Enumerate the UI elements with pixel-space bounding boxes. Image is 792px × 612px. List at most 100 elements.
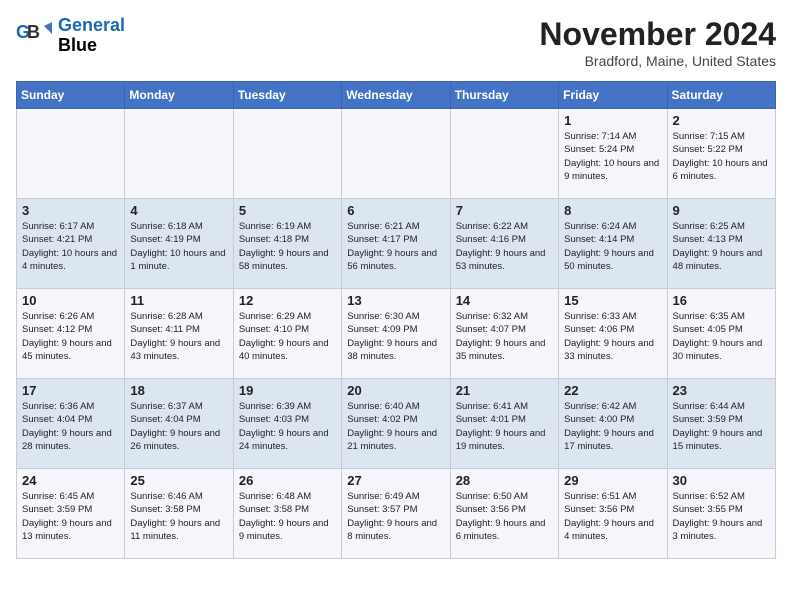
day-info: Sunrise: 6:35 AM Sunset: 4:05 PM Dayligh… bbox=[673, 310, 770, 363]
week-row-2: 3Sunrise: 6:17 AM Sunset: 4:21 PM Daylig… bbox=[17, 199, 776, 289]
calendar-cell: 28 Sunrise: 6:50 AM Sunset: 3:56 PM Dayli… bbox=[450, 469, 558, 559]
day-number: 6 bbox=[347, 203, 444, 218]
calendar-cell: 11 Sunrise: 6:28 AM Sunset: 4:11 PM Dayli… bbox=[125, 289, 233, 379]
calendar-cell: 6 Sunrise: 6:21 AM Sunset: 4:17 PM Daylig… bbox=[342, 199, 450, 289]
calendar-cell: 15Sunrise: 6:33 AM Sunset: 4:06 PM Dayli… bbox=[559, 289, 667, 379]
calendar-cell: 29Sunrise: 6:51 AM Sunset: 3:56 PM Dayli… bbox=[559, 469, 667, 559]
day-number: 21 bbox=[456, 383, 553, 398]
day-number: 1 bbox=[564, 113, 661, 128]
calendar-cell: 30Sunrise: 6:52 AM Sunset: 3:55 PM Dayli… bbox=[667, 469, 775, 559]
week-row-3: 10Sunrise: 6:26 AM Sunset: 4:12 PM Dayli… bbox=[17, 289, 776, 379]
day-info: Sunrise: 6:48 AM Sunset: 3:58 PM Dayligh… bbox=[239, 490, 336, 543]
day-number: 8 bbox=[564, 203, 661, 218]
calendar-cell: 20Sunrise: 6:40 AM Sunset: 4:02 PM Dayli… bbox=[342, 379, 450, 469]
calendar-cell: 13 Sunrise: 6:30 AM Sunset: 4:09 PM Dayli… bbox=[342, 289, 450, 379]
day-info: Sunrise: 7:15 AM Sunset: 5:22 PM Dayligh… bbox=[673, 130, 770, 183]
day-info: Sunrise: 6:41 AM Sunset: 4:01 PM Dayligh… bbox=[456, 400, 553, 453]
day-info: Sunrise: 6:32 AM Sunset: 4:07 PM Dayligh… bbox=[456, 310, 553, 363]
calendar-cell: 1 Sunrise: 7:14 AM Sunset: 5:24 PM Daylig… bbox=[559, 109, 667, 199]
calendar-cell: 3Sunrise: 6:17 AM Sunset: 4:21 PM Daylig… bbox=[17, 199, 125, 289]
day-info: Sunrise: 6:40 AM Sunset: 4:02 PM Dayligh… bbox=[347, 400, 444, 453]
day-info: Sunrise: 6:26 AM Sunset: 4:12 PM Dayligh… bbox=[22, 310, 119, 363]
day-header-saturday: Saturday bbox=[667, 82, 775, 109]
day-info: Sunrise: 6:19 AM Sunset: 4:18 PM Dayligh… bbox=[239, 220, 336, 273]
calendar-cell: 14 Sunrise: 6:32 AM Sunset: 4:07 PM Dayli… bbox=[450, 289, 558, 379]
day-info: Sunrise: 6:36 AM Sunset: 4:04 PM Dayligh… bbox=[22, 400, 119, 453]
day-number: 9 bbox=[673, 203, 770, 218]
day-info: Sunrise: 6:44 AM Sunset: 3:59 PM Dayligh… bbox=[673, 400, 770, 453]
calendar-cell: 9 Sunrise: 6:25 AM Sunset: 4:13 PM Daylig… bbox=[667, 199, 775, 289]
month-title: November 2024 bbox=[539, 16, 776, 53]
day-number: 5 bbox=[239, 203, 336, 218]
calendar-cell: 22 Sunrise: 6:42 AM Sunset: 4:00 PM Dayli… bbox=[559, 379, 667, 469]
logo-line1: General bbox=[58, 15, 125, 35]
day-info: Sunrise: 6:25 AM Sunset: 4:13 PM Dayligh… bbox=[673, 220, 770, 273]
day-info: Sunrise: 6:18 AM Sunset: 4:19 PM Dayligh… bbox=[130, 220, 227, 273]
calendar-cell: 21 Sunrise: 6:41 AM Sunset: 4:01 PM Dayli… bbox=[450, 379, 558, 469]
day-header-wednesday: Wednesday bbox=[342, 82, 450, 109]
calendar-cell bbox=[342, 109, 450, 199]
day-number: 27 bbox=[347, 473, 444, 488]
day-info: Sunrise: 6:21 AM Sunset: 4:17 PM Dayligh… bbox=[347, 220, 444, 273]
day-number: 7 bbox=[456, 203, 553, 218]
calendar-cell: 7 Sunrise: 6:22 AM Sunset: 4:16 PM Daylig… bbox=[450, 199, 558, 289]
day-info: Sunrise: 6:46 AM Sunset: 3:58 PM Dayligh… bbox=[130, 490, 227, 543]
week-row-5: 24 Sunrise: 6:45 AM Sunset: 3:59 PM Dayli… bbox=[17, 469, 776, 559]
day-header-friday: Friday bbox=[559, 82, 667, 109]
calendar-cell: 5 Sunrise: 6:19 AM Sunset: 4:18 PM Daylig… bbox=[233, 199, 341, 289]
calendar-cell bbox=[233, 109, 341, 199]
day-info: Sunrise: 6:22 AM Sunset: 4:16 PM Dayligh… bbox=[456, 220, 553, 273]
day-number: 2 bbox=[673, 113, 770, 128]
day-number: 18 bbox=[130, 383, 227, 398]
day-number: 26 bbox=[239, 473, 336, 488]
calendar-cell: 12Sunrise: 6:29 AM Sunset: 4:10 PM Dayli… bbox=[233, 289, 341, 379]
day-info: Sunrise: 6:29 AM Sunset: 4:10 PM Dayligh… bbox=[239, 310, 336, 363]
calendar-cell: 26 Sunrise: 6:48 AM Sunset: 3:58 PM Dayli… bbox=[233, 469, 341, 559]
day-number: 13 bbox=[347, 293, 444, 308]
day-header-thursday: Thursday bbox=[450, 82, 558, 109]
week-row-4: 17 Sunrise: 6:36 AM Sunset: 4:04 PM Dayli… bbox=[17, 379, 776, 469]
day-info: Sunrise: 6:17 AM Sunset: 4:21 PM Dayligh… bbox=[22, 220, 119, 273]
calendar-cell bbox=[17, 109, 125, 199]
calendar-cell: 18Sunrise: 6:37 AM Sunset: 4:04 PM Dayli… bbox=[125, 379, 233, 469]
day-info: Sunrise: 6:45 AM Sunset: 3:59 PM Dayligh… bbox=[22, 490, 119, 543]
svg-text:B: B bbox=[27, 22, 40, 42]
day-header-sunday: Sunday bbox=[17, 82, 125, 109]
calendar-cell: 23Sunrise: 6:44 AM Sunset: 3:59 PM Dayli… bbox=[667, 379, 775, 469]
location-subtitle: Bradford, Maine, United States bbox=[539, 53, 776, 69]
calendar-body: 1 Sunrise: 7:14 AM Sunset: 5:24 PM Daylig… bbox=[17, 109, 776, 559]
calendar-cell: 4 Sunrise: 6:18 AM Sunset: 4:19 PM Daylig… bbox=[125, 199, 233, 289]
day-number: 25 bbox=[130, 473, 227, 488]
calendar-header-row: SundayMondayTuesdayWednesdayThursdayFrid… bbox=[17, 82, 776, 109]
calendar-cell: 2 Sunrise: 7:15 AM Sunset: 5:22 PM Daylig… bbox=[667, 109, 775, 199]
day-info: Sunrise: 6:49 AM Sunset: 3:57 PM Dayligh… bbox=[347, 490, 444, 543]
logo-line2: Blue bbox=[58, 36, 125, 56]
logo-text: General Blue bbox=[58, 16, 125, 56]
day-number: 4 bbox=[130, 203, 227, 218]
calendar-cell: 17 Sunrise: 6:36 AM Sunset: 4:04 PM Dayli… bbox=[17, 379, 125, 469]
day-info: Sunrise: 6:28 AM Sunset: 4:11 PM Dayligh… bbox=[130, 310, 227, 363]
day-number: 28 bbox=[456, 473, 553, 488]
day-number: 14 bbox=[456, 293, 553, 308]
day-info: Sunrise: 6:30 AM Sunset: 4:09 PM Dayligh… bbox=[347, 310, 444, 363]
day-info: Sunrise: 6:50 AM Sunset: 3:56 PM Dayligh… bbox=[456, 490, 553, 543]
day-number: 11 bbox=[130, 293, 227, 308]
calendar-cell: 10Sunrise: 6:26 AM Sunset: 4:12 PM Dayli… bbox=[17, 289, 125, 379]
page-header: G B General Blue November 2024 Bradford,… bbox=[16, 16, 776, 69]
day-number: 24 bbox=[22, 473, 119, 488]
day-info: Sunrise: 6:24 AM Sunset: 4:14 PM Dayligh… bbox=[564, 220, 661, 273]
day-info: Sunrise: 7:14 AM Sunset: 5:24 PM Dayligh… bbox=[564, 130, 661, 183]
day-number: 17 bbox=[22, 383, 119, 398]
day-number: 15 bbox=[564, 293, 661, 308]
day-info: Sunrise: 6:52 AM Sunset: 3:55 PM Dayligh… bbox=[673, 490, 770, 543]
day-number: 22 bbox=[564, 383, 661, 398]
calendar-cell bbox=[450, 109, 558, 199]
calendar-cell bbox=[125, 109, 233, 199]
day-info: Sunrise: 6:39 AM Sunset: 4:03 PM Dayligh… bbox=[239, 400, 336, 453]
day-number: 29 bbox=[564, 473, 661, 488]
day-header-monday: Monday bbox=[125, 82, 233, 109]
day-info: Sunrise: 6:42 AM Sunset: 4:00 PM Dayligh… bbox=[564, 400, 661, 453]
calendar-cell: 24 Sunrise: 6:45 AM Sunset: 3:59 PM Dayli… bbox=[17, 469, 125, 559]
calendar-cell: 16Sunrise: 6:35 AM Sunset: 4:05 PM Dayli… bbox=[667, 289, 775, 379]
logo: G B General Blue bbox=[16, 16, 125, 56]
